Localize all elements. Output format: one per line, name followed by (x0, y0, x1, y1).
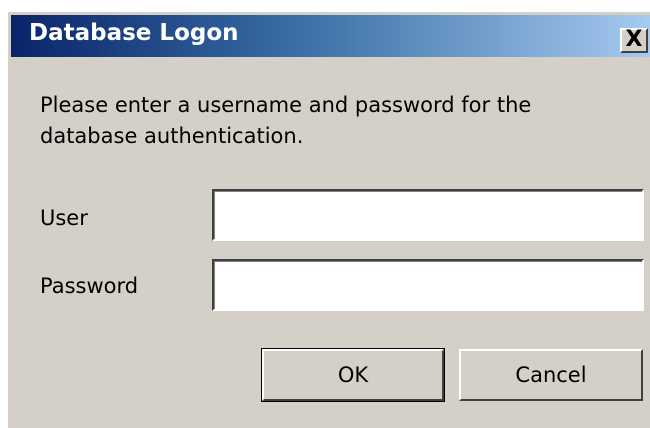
password-label: Password (40, 274, 139, 298)
close-icon: X (625, 27, 643, 52)
ok-button-label: OK (337, 363, 369, 387)
dialog-title: Database Logon (29, 20, 239, 46)
cancel-button[interactable]: Cancel (459, 349, 643, 401)
close-button[interactable]: X (620, 28, 648, 53)
cancel-button-label: Cancel (515, 363, 587, 387)
password-input[interactable] (212, 259, 644, 311)
database-logon-dialog: Database Logon X Please enter a username… (6, 10, 650, 428)
user-label: User (40, 206, 88, 230)
title-bar[interactable]: Database Logon X (11, 15, 650, 57)
instruction-message: Please enter a username and password for… (40, 93, 532, 148)
user-input[interactable] (212, 189, 644, 241)
ok-button[interactable]: OK (261, 348, 445, 402)
